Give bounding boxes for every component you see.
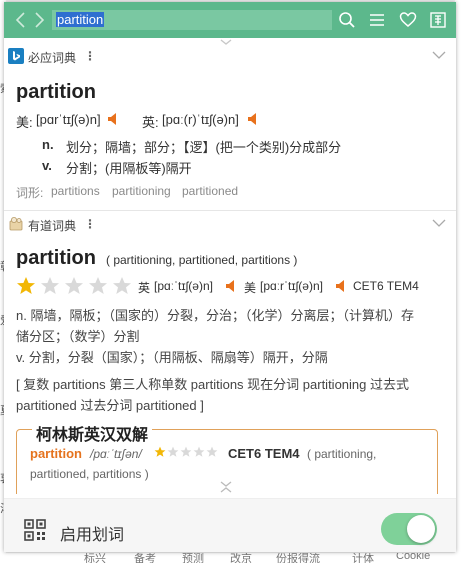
inflection-note: partitioned 过去分词 partitioned ] [16,398,204,413]
dictionary-popup: partition 必应词典 ⋮ partition 美: [pɑrˈtɪʃ(ə… [4,2,456,552]
dictionary-results: 必应词典 ⋮ partition 美: [pɑrˈtɪʃ(ə)n] 英: [pɑ… [4,46,456,494]
star-icon [180,446,192,457]
uk-phonetic-label: 英 [138,281,151,295]
settings-button[interactable] [428,10,448,30]
search-input[interactable]: partition [52,10,332,30]
collins-headword: partition [30,446,82,461]
star-icon-filled [154,446,166,457]
search-input-value[interactable]: partition [56,12,105,27]
background-tab: 计体 [352,553,374,563]
search-icon [339,12,355,28]
us-phonetic: [pɑːrˈtɪʃ(ə)n] [260,279,323,293]
exam-tags: CET6 TEM4 [353,279,419,293]
settings-icon [430,12,446,28]
chevron-down-icon[interactable] [432,50,446,60]
word-inflections: ( partitioning, partitioned, partitions … [106,253,298,267]
background-tab: 改京 [230,553,252,563]
background-tab-strip: 标兴 备考 预测 改京 份报得流 计体 Cookie [0,553,461,563]
expand-collapse-icon[interactable] [219,480,233,494]
youdao-dict-name: 有道词典 [28,219,77,233]
menu-icon [370,14,384,26]
speaker-icon[interactable] [226,280,236,292]
background-tab: 预测 [182,553,204,563]
bing-section-header: 必应词典 ⋮ [4,46,456,66]
star-icon [113,277,131,294]
collins-exam-tags: CET6 TEM4 [228,446,300,461]
background-tab: 标兴 [84,553,106,563]
youdao-logo-icon [9,217,23,231]
bing-dictionary-section: 必应词典 ⋮ partition 美: [pɑrˈtɪʃ(ə)n] 英: [pɑ… [4,46,456,212]
bing-logo-icon [8,48,24,64]
collins-inflections: partitioned, partitions ) [30,467,149,481]
collins-inflections: ( partitioning, [307,447,377,461]
definition-text: 分割；(用隔板等)隔开 [66,161,192,176]
collins-title: 柯林斯英汉双解 [32,421,153,445]
definition-line: v. 分割，分裂（国家）；（用隔板、隔扇等）隔开，分隔 [16,350,328,365]
chevron-down-icon[interactable] [432,218,446,228]
youdao-section-header: 有道词典 ⋮ [4,214,456,234]
us-phonetic: [pɑrˈtɪʃ(ə)n] [36,112,101,127]
background-tab: Cookie [396,553,431,562]
collapse-up-icon[interactable] [219,38,233,46]
toggle-knob[interactable] [407,515,435,543]
heart-icon [399,12,417,27]
star-icon [206,446,218,457]
speaker-icon[interactable] [108,113,118,125]
definition-pos: n. [42,137,54,152]
popup-header: partition [4,2,456,38]
bing-dict-name: 必应词典 [28,51,77,65]
star-icon [65,277,83,294]
chevron-left-icon [15,12,25,28]
word-form-link[interactable]: partitioned [182,184,238,198]
uk-phonetic: [pɑːˈtɪʃ(ə)n] [154,279,213,293]
search-button[interactable] [337,10,357,30]
menu-button[interactable] [367,10,387,30]
chevron-right-icon [35,12,45,28]
star-icon [41,277,59,294]
us-phonetic-label: 美 [244,281,257,295]
inflection-note: [ 复数 partitions 第三人称单数 partitions 现在分词 p… [16,377,409,392]
collins-phonetic: /pɑːˈtɪʃən/ [90,447,142,461]
speaker-icon[interactable] [336,280,346,292]
star-icon [89,277,107,294]
definition-line: n. 隔墙，隔板；（国家的）分裂，分治；（化学）分离层；（计算机）存 [16,308,414,323]
definition-line: 储分区；（数学）分割 [16,329,140,344]
bing-more-menu[interactable]: ⋮ [84,49,96,63]
star-icon-filled [17,277,35,294]
definition-pos: v. [42,158,52,173]
us-phonetic-label: 美: [16,115,33,130]
section-divider [4,210,456,211]
popup-footer: 启用划词 [4,498,456,552]
enable-selection-toggle[interactable] [381,513,437,545]
forward-button[interactable] [32,11,46,29]
youdao-more-menu[interactable]: ⋮ [84,217,96,231]
background-tab: 份报得流 [276,553,320,563]
uk-phonetic: [pɑː(r)ˈtɪʃ(ə)n] [162,112,239,127]
speaker-icon[interactable] [248,113,258,125]
qr-code-icon[interactable] [24,519,46,541]
star-icon [167,446,179,457]
enable-selection-label: 启用划词 [60,527,125,544]
headword: partition [16,247,96,269]
star-icon [193,446,205,457]
word-form-link[interactable]: partitioning [112,184,171,198]
uk-phonetic-label: 英: [142,115,159,130]
background-tab: 备考 [134,553,156,563]
headword: partition [16,81,96,103]
word-form-link[interactable]: partitions [51,184,100,198]
back-button[interactable] [14,11,28,29]
definition-text: 划分；隔墙；部分；【逻】(把一个类别)分成部分 [66,140,342,155]
favorite-button[interactable] [398,10,418,30]
word-forms-label: 词形: [16,186,44,200]
